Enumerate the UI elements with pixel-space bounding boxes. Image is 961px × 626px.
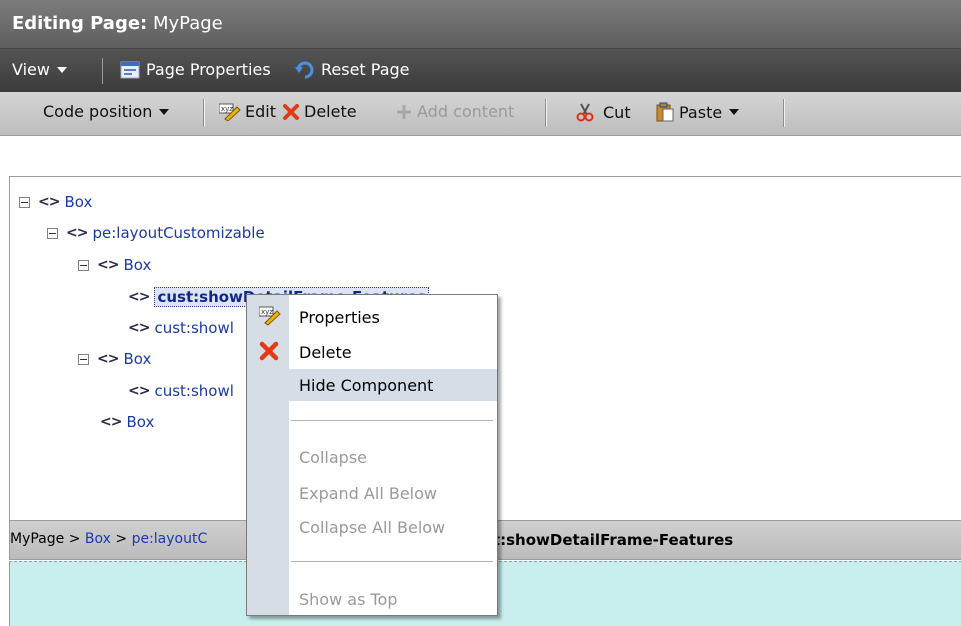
reset-page-button[interactable]: Reset Page <box>295 60 410 79</box>
breadcrumb-item[interactable]: Box <box>85 531 111 547</box>
paste-button[interactable]: Paste <box>655 102 740 122</box>
view-menu-label: View <box>12 60 50 79</box>
tag-icon: <> <box>66 225 88 241</box>
tree-node-label[interactable]: pe:layoutCustomizable <box>92 224 264 242</box>
tree-node-label[interactable]: Box <box>126 413 154 431</box>
toolbar-separator <box>783 99 785 127</box>
title-bar: Editing Page: MyPage <box>0 0 961 49</box>
tree-node[interactable]: <> cust:showl <box>128 382 234 400</box>
svg-text:xyz: xyz <box>261 308 273 316</box>
tag-icon: <> <box>128 289 150 305</box>
context-menu: xyz Properties Delete Hide Component Col… <box>246 294 498 616</box>
cut-button[interactable]: Cut <box>575 102 631 122</box>
menu-item-properties[interactable]: xyz Properties <box>247 301 497 333</box>
edit-button[interactable]: xyz Edit <box>219 102 276 121</box>
toolbar-separator <box>545 99 547 127</box>
menu-item-label: Expand All Below <box>299 484 437 503</box>
toolbar-separator <box>102 58 103 84</box>
code-position-label: Code position <box>43 102 153 121</box>
edit-label: Edit <box>245 102 276 121</box>
tag-icon: <> <box>100 414 122 430</box>
menu-item-expand-all-below[interactable]: Expand All Below <box>247 477 497 509</box>
tree-node[interactable]: <> cust:showl <box>128 319 234 337</box>
chevron-down-icon <box>729 109 740 115</box>
delete-label: Delete <box>304 102 357 121</box>
menu-item-label: Properties <box>299 308 380 327</box>
menu-item-label: Show as Top <box>299 590 398 609</box>
tree-node[interactable]: <> Box <box>19 193 92 211</box>
svg-text:xyz: xyz <box>221 105 233 113</box>
scissors-icon <box>575 102 595 122</box>
menu-item-hide-component[interactable]: Hide Component <box>247 369 497 401</box>
delete-icon <box>282 103 300 121</box>
tag-icon: <> <box>38 194 60 210</box>
page-properties-label: Page Properties <box>146 60 271 79</box>
page-title-name: MyPage <box>152 13 223 34</box>
breadcrumb-current: st:showDetailFrame-Features <box>484 531 734 549</box>
tag-icon: <> <box>128 383 150 399</box>
menu-separator <box>291 420 493 421</box>
tree-node-label[interactable]: Box <box>123 256 151 274</box>
collapse-toggle-icon[interactable] <box>78 259 89 271</box>
cut-label: Cut <box>603 102 631 122</box>
page-title-prefix: Editing Page: <box>12 13 148 34</box>
chevron-down-icon <box>159 108 170 115</box>
collapse-toggle-icon[interactable] <box>78 353 89 365</box>
menu-item-show-as-top[interactable]: Show as Top <box>247 583 497 615</box>
tree-node-label[interactable]: Box <box>123 350 151 368</box>
main-toolbar: View Page Properties Reset Page <box>0 49 961 92</box>
tree-node-label[interactable]: Box <box>64 193 92 211</box>
add-content-button[interactable]: Add content <box>395 102 514 121</box>
menu-item-label: Hide Component <box>299 376 434 395</box>
menu-item-delete[interactable]: Delete <box>247 336 497 368</box>
breadcrumb-separator: > <box>115 531 128 547</box>
breadcrumb-separator: > <box>68 531 81 547</box>
breadcrumb-item[interactable]: MyPage <box>10 531 64 547</box>
tag-icon: <> <box>97 257 119 273</box>
view-menu-button[interactable]: View <box>12 60 67 79</box>
edit-toolbar: Code position xyz Edit Delete Add conten… <box>0 92 961 136</box>
reset-page-label: Reset Page <box>321 60 410 79</box>
tree-node[interactable]: <> pe:layoutCustomizable <box>47 224 265 242</box>
add-content-label: Add content <box>417 102 515 121</box>
breadcrumb-trail: MyPage > Box > pe:layoutC <box>10 531 207 547</box>
reset-icon <box>295 61 315 79</box>
collapse-toggle-icon[interactable] <box>47 227 58 239</box>
delete-icon <box>259 341 279 361</box>
tree-node[interactable]: <> Box <box>78 350 151 368</box>
page-title: Editing Page: MyPage <box>12 13 223 34</box>
menu-item-label: Delete <box>299 343 352 362</box>
chevron-down-icon <box>56 66 67 73</box>
edit-icon: xyz <box>219 103 241 121</box>
menu-item-label: Collapse <box>299 448 367 467</box>
toolbar-separator <box>203 99 205 127</box>
tree-node[interactable]: <> Box <box>78 256 151 274</box>
breadcrumb-item[interactable]: pe:layoutC <box>132 531 208 547</box>
menu-item-label: Collapse All Below <box>299 518 446 537</box>
menu-separator <box>291 561 493 562</box>
page-properties-icon <box>120 61 140 79</box>
delete-button[interactable]: Delete <box>282 102 357 121</box>
edit-icon: xyz <box>259 306 281 326</box>
page-properties-button[interactable]: Page Properties <box>120 60 271 79</box>
collapse-toggle-icon[interactable] <box>19 196 30 208</box>
tree-node[interactable]: <> Box <box>100 413 154 431</box>
paste-label: Paste <box>679 102 723 122</box>
code-position-button[interactable]: Code position <box>43 102 170 121</box>
tree-node-label[interactable]: cust:showl <box>154 382 233 400</box>
tag-icon: <> <box>97 351 119 367</box>
tag-icon: <> <box>128 320 150 336</box>
clipboard-icon <box>655 102 675 122</box>
menu-item-collapse[interactable]: Collapse <box>247 441 497 473</box>
menu-item-collapse-all-below[interactable]: Collapse All Below <box>247 511 497 543</box>
add-icon <box>395 103 413 121</box>
tree-node-label[interactable]: cust:showl <box>154 319 233 337</box>
